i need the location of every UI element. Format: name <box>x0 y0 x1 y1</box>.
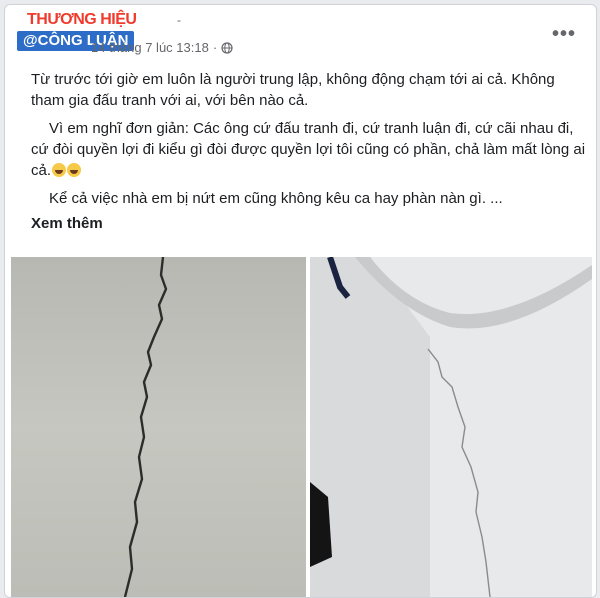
rolling-laughing-emoji <box>67 163 82 177</box>
globe-icon <box>221 41 233 54</box>
facebook-post: THƯƠNG HIỆU @CÔNG LUẬN - 14 tháng 7 lúc … <box>4 4 597 598</box>
corner-crack-drawing <box>310 257 592 597</box>
post-text: Từ trước tới giờ em luôn là người trung … <box>31 69 586 234</box>
post-meta: 14 tháng 7 lúc 13:18 · <box>91 40 233 55</box>
post-timestamp[interactable]: 14 tháng 7 lúc 13:18 <box>91 40 209 55</box>
wall-crack-photo-left[interactable] <box>11 257 306 597</box>
see-more-link[interactable]: Xem thêm <box>31 213 586 234</box>
wall-crack-photo-right[interactable] <box>310 257 592 597</box>
post-paragraph-text: Vì em nghĩ đơn giản: Các ông cứ đấu tran… <box>31 120 586 179</box>
post-paragraph: Kể cả việc nhà em bị nứt em cũng không k… <box>49 190 503 207</box>
post-paragraph: Từ trước tới giờ em luôn là người trung … <box>31 71 555 109</box>
watermark-line1: THƯƠNG HIỆU <box>27 11 137 28</box>
post-paragraph: Vì em nghĩ đơn giản: Các ông cứ đấu tran… <box>31 118 586 181</box>
rolling-laughing-emoji <box>52 163 67 177</box>
crack-drawing <box>123 257 168 597</box>
more-options-button[interactable]: ••• <box>552 23 576 46</box>
photo-grid <box>11 257 592 597</box>
author-name[interactable]: - <box>177 13 181 27</box>
